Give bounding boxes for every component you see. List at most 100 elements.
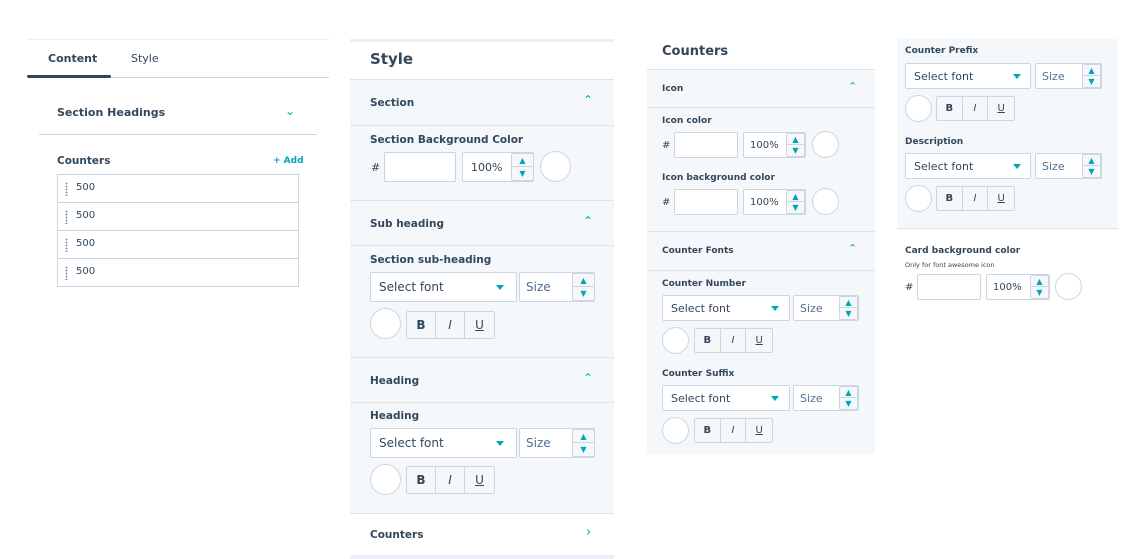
counters-accordion-header[interactable]: Counters › bbox=[350, 513, 614, 559]
size-stepper[interactable]: ▲ ▼ bbox=[839, 386, 858, 410]
drag-handle-icon[interactable] bbox=[65, 238, 68, 252]
italic-button[interactable]: I bbox=[436, 312, 465, 338]
chevron-up-icon[interactable]: ▲ bbox=[512, 154, 533, 167]
font-select[interactable]: Select font bbox=[662, 295, 790, 321]
font-color-swatch[interactable] bbox=[905, 185, 932, 212]
list-item[interactable]: 500 bbox=[58, 259, 298, 287]
chevron-up-icon[interactable]: ▲ bbox=[573, 430, 594, 443]
italic-button[interactable]: I bbox=[963, 97, 989, 120]
underline-button[interactable]: U bbox=[746, 419, 772, 442]
bold-button[interactable]: B bbox=[695, 329, 721, 352]
bold-button[interactable]: B bbox=[695, 419, 721, 442]
chevron-down-icon[interactable]: ▼ bbox=[512, 167, 533, 180]
size-stepper[interactable]: ▲ ▼ bbox=[839, 296, 858, 320]
color-swatch[interactable] bbox=[812, 131, 839, 158]
bold-button[interactable]: B bbox=[937, 187, 963, 210]
drag-handle-icon[interactable] bbox=[65, 182, 68, 196]
color-swatch[interactable] bbox=[540, 151, 571, 182]
chevron-down-icon[interactable]: ▼ bbox=[573, 287, 594, 300]
size-stepper[interactable]: ▲ ▼ bbox=[1082, 64, 1101, 88]
italic-button[interactable]: I bbox=[721, 419, 747, 442]
section-headings-toggle[interactable]: Section Headings ⌄ bbox=[39, 97, 317, 135]
chevron-down-icon[interactable]: ▼ bbox=[787, 202, 804, 213]
italic-button[interactable]: I bbox=[436, 467, 465, 493]
counter-fonts-accordion-header[interactable]: Counter Fonts ⌃ bbox=[647, 231, 875, 271]
drag-handle-icon[interactable] bbox=[65, 210, 68, 224]
chevron-up-icon[interactable]: ▲ bbox=[1083, 65, 1100, 76]
chevron-up-icon[interactable]: ▲ bbox=[1083, 155, 1100, 166]
opacity-stepper[interactable]: ▲ ▼ bbox=[786, 133, 805, 157]
color-swatch[interactable] bbox=[1055, 273, 1082, 300]
size-input[interactable]: Size ▲ ▼ bbox=[1035, 63, 1102, 89]
font-color-swatch[interactable] bbox=[662, 327, 689, 354]
opacity-stepper[interactable]: ▲ ▼ bbox=[511, 153, 534, 181]
font-select[interactable]: Select font bbox=[662, 385, 790, 411]
font-color-swatch[interactable] bbox=[370, 308, 401, 339]
font-color-swatch[interactable] bbox=[905, 95, 932, 122]
italic-button[interactable]: I bbox=[963, 187, 989, 210]
opacity-input[interactable]: 100% ▲ ▼ bbox=[986, 274, 1050, 300]
heading-accordion-header[interactable]: Heading ⌃ bbox=[350, 357, 614, 403]
list-item[interactable]: 500 bbox=[58, 175, 298, 203]
list-item[interactable]: 500 bbox=[58, 231, 298, 259]
bold-button[interactable]: B bbox=[937, 97, 963, 120]
font-select[interactable]: Select font bbox=[370, 428, 517, 458]
chevron-down-icon[interactable]: ▼ bbox=[573, 443, 594, 456]
chevron-down-icon[interactable]: ▼ bbox=[840, 398, 857, 409]
drag-handle-icon[interactable] bbox=[65, 266, 68, 280]
opacity-value: 100% bbox=[750, 197, 779, 208]
list-item[interactable]: 500 bbox=[58, 203, 298, 231]
size-input[interactable]: Size ▲ ▼ bbox=[519, 272, 595, 302]
sub-heading-accordion-header[interactable]: Sub heading ⌃ bbox=[350, 200, 614, 246]
underline-button[interactable]: U bbox=[465, 467, 494, 493]
font-select[interactable]: Select font bbox=[370, 272, 517, 302]
opacity-input[interactable]: 100% ▲ ▼ bbox=[462, 152, 534, 182]
tab-content[interactable]: Content bbox=[48, 52, 97, 65]
size-input[interactable]: Size ▲ ▼ bbox=[793, 295, 859, 321]
underline-button[interactable]: U bbox=[988, 187, 1014, 210]
size-input[interactable]: Size ▲ ▼ bbox=[793, 385, 859, 411]
chevron-down-icon[interactable]: ▼ bbox=[1083, 76, 1100, 87]
section-headings-label: Section Headings bbox=[57, 106, 166, 119]
opacity-input[interactable]: 100% ▲ ▼ bbox=[743, 189, 806, 215]
opacity-stepper[interactable]: ▲ ▼ bbox=[1030, 275, 1049, 299]
hex-color-input[interactable] bbox=[917, 274, 981, 300]
chevron-down-icon[interactable]: ▼ bbox=[840, 308, 857, 319]
underline-button[interactable]: U bbox=[746, 329, 772, 352]
size-stepper[interactable]: ▲ ▼ bbox=[572, 429, 595, 457]
font-select[interactable]: Select font bbox=[905, 63, 1031, 89]
italic-button[interactable]: I bbox=[721, 329, 747, 352]
chevron-down-icon[interactable]: ▼ bbox=[1031, 287, 1048, 298]
font-color-swatch[interactable] bbox=[662, 417, 689, 444]
opacity-stepper[interactable]: ▲ ▼ bbox=[786, 190, 805, 214]
icon-section-label: Icon bbox=[662, 84, 684, 94]
hex-color-input[interactable] bbox=[384, 152, 456, 182]
opacity-input[interactable]: 100% ▲ ▼ bbox=[743, 132, 806, 158]
font-select[interactable]: Select font bbox=[905, 153, 1031, 179]
underline-button[interactable]: U bbox=[988, 97, 1014, 120]
tab-style[interactable]: Style bbox=[131, 52, 159, 65]
chevron-up-icon[interactable]: ▲ bbox=[1031, 276, 1048, 287]
add-counter-button[interactable]: + Add bbox=[273, 156, 304, 166]
chevron-up-icon[interactable]: ▲ bbox=[573, 274, 594, 287]
chevron-up-icon[interactable]: ▲ bbox=[787, 134, 804, 145]
section-accordion-header[interactable]: Section ⌃ bbox=[350, 79, 614, 126]
hex-color-input[interactable] bbox=[674, 189, 738, 215]
chevron-down-icon[interactable]: ▼ bbox=[1083, 166, 1100, 177]
font-color-swatch[interactable] bbox=[370, 464, 401, 495]
size-input[interactable]: Size ▲ ▼ bbox=[1035, 153, 1102, 179]
size-input[interactable]: Size ▲ ▼ bbox=[519, 428, 595, 458]
underline-button[interactable]: U bbox=[465, 312, 494, 338]
size-stepper[interactable]: ▲ ▼ bbox=[1082, 154, 1101, 178]
chevron-up-icon[interactable]: ▲ bbox=[840, 387, 857, 398]
size-stepper[interactable]: ▲ ▼ bbox=[572, 273, 595, 301]
color-swatch[interactable] bbox=[812, 188, 839, 215]
chevron-up-icon[interactable]: ▲ bbox=[840, 297, 857, 308]
caret-down-icon bbox=[496, 285, 504, 290]
hex-color-input[interactable] bbox=[674, 132, 738, 158]
bold-button[interactable]: B bbox=[407, 467, 436, 493]
chevron-down-icon[interactable]: ▼ bbox=[787, 145, 804, 156]
chevron-up-icon[interactable]: ▲ bbox=[787, 191, 804, 202]
icon-accordion-header[interactable]: Icon ⌃ bbox=[647, 69, 875, 108]
bold-button[interactable]: B bbox=[407, 312, 436, 338]
